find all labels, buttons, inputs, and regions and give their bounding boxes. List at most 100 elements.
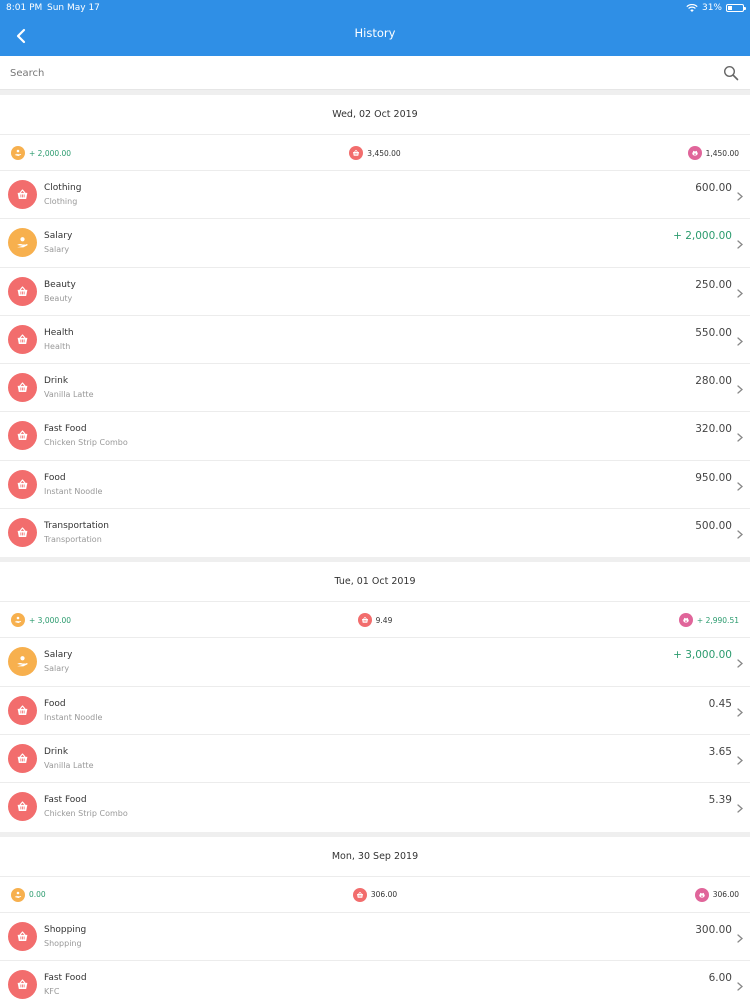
battery-level (728, 6, 733, 10)
transaction-row[interactable]: Drink Vanilla Latte 280.00 (0, 364, 750, 413)
chevron-right-icon (737, 530, 743, 539)
transaction-amount: 6.00 (708, 971, 732, 984)
chevron-right-icon (737, 433, 743, 443)
transaction-amount: 0.45 (708, 697, 732, 710)
transaction-category: Drink (44, 376, 69, 387)
transaction-row[interactable]: Beauty Beauty 250.00 (0, 268, 750, 316)
status-bar: 8:01 PM Sun May 17 31% (0, 0, 750, 16)
transaction-note: Shopping (44, 938, 82, 948)
transaction-amount: 5.39 (708, 794, 732, 807)
day-expense-total: 306.00 (0, 887, 750, 902)
status-right: 31% (686, 3, 746, 13)
transaction-note: Vanilla Latte (44, 390, 94, 400)
transaction-row[interactable]: Fast Food Chicken Strip Combo 320.00 (0, 412, 750, 461)
transaction-category: Fast Food (44, 972, 87, 983)
transaction-category: Fast Food (44, 424, 87, 435)
transaction-row[interactable]: Health Health 550.00 (0, 316, 750, 365)
transaction-note: Salary (44, 245, 70, 255)
expense-icon (349, 146, 364, 160)
transaction-note: Health (44, 341, 71, 351)
expense-value: 306.00 (370, 890, 398, 900)
balance-value: 1,450.00 (705, 148, 739, 158)
transaction-amount: 950.00 (695, 471, 732, 484)
basket-icon (8, 969, 37, 999)
transaction-note: Transportation (44, 535, 102, 545)
status-date: Sun May 17 (47, 3, 100, 13)
basket-icon (8, 469, 37, 499)
transaction-category: Transportation (44, 521, 109, 532)
transaction-note: Vanilla Latte (44, 760, 94, 770)
transaction-amount: 600.00 (695, 182, 732, 194)
transaction-note: Clothing (44, 197, 78, 206)
basket-icon (8, 180, 37, 209)
basket-icon (8, 792, 37, 822)
chevron-right-icon (737, 708, 743, 717)
transaction-note: Instant Noodle (44, 486, 103, 496)
chevron-right-icon (737, 240, 743, 249)
transaction-amount: 500.00 (695, 520, 732, 533)
transaction-row[interactable]: Transportation Transportation 500.00 (0, 509, 750, 557)
transaction-row[interactable]: Salary Salary + 3,000.00 (0, 638, 750, 687)
basket-icon (8, 324, 37, 354)
transaction-category: Salary (44, 650, 73, 661)
chevron-right-icon (737, 288, 743, 298)
transaction-row[interactable]: Food Instant Noodle 950.00 (0, 461, 750, 510)
income-icon (8, 647, 37, 677)
chevron-right-icon (737, 385, 743, 394)
transaction-row[interactable]: Clothing Clothing 600.00 (0, 171, 750, 220)
navigation-bar: 8:01 PM Sun May 17 31% History (0, 0, 750, 56)
day-balance-total: + 2,990.51 (678, 613, 739, 628)
transaction-category: Food (44, 698, 66, 709)
transaction-row[interactable]: Shopping Shopping 300.00 (0, 913, 750, 961)
piggy-bank-icon (694, 887, 709, 902)
battery-percent: 31% (701, 3, 722, 13)
transaction-amount: + 2,000.00 (673, 230, 732, 243)
transaction-amount: 250.00 (695, 278, 732, 291)
chevron-right-icon (737, 337, 743, 346)
transaction-note: Beauty (44, 293, 73, 303)
transaction-row[interactable]: Food Instant Noodle 0.45 (0, 687, 750, 735)
transaction-amount: 280.00 (695, 375, 732, 388)
transaction-category: Beauty (44, 279, 76, 290)
expense-value: 9.49 (375, 615, 393, 625)
transaction-category: Shopping (44, 924, 87, 935)
chevron-right-icon (737, 933, 743, 943)
basket-icon (8, 921, 37, 951)
transaction-category: Clothing (44, 183, 82, 193)
transaction-row[interactable]: Salary Salary + 2,000.00 (0, 219, 750, 268)
chevron-right-icon (737, 659, 743, 669)
transaction-row[interactable]: Fast Food KFC 6.00 (0, 961, 750, 1000)
transaction-row[interactable]: Drink Vanilla Latte 3.65 (0, 735, 750, 784)
transaction-row[interactable]: Fast Food Chicken Strip Combo 5.39 (0, 783, 750, 831)
chevron-right-icon (737, 192, 743, 201)
wifi-icon (686, 4, 698, 12)
chevron-right-icon (737, 756, 743, 765)
search-icon[interactable] (723, 65, 739, 81)
chevron-right-icon (737, 982, 743, 991)
day-date-header: Wed, 02 Oct 2019 (0, 95, 750, 135)
search-input[interactable] (10, 64, 690, 82)
transaction-amount: + 3,000.00 (673, 649, 732, 662)
basket-icon (8, 695, 37, 725)
transaction-category: Drink (44, 746, 69, 757)
transaction-amount: 550.00 (695, 326, 732, 339)
day-section: Wed, 02 Oct 2019 + 2,000.00 3,450.00 1,4… (0, 95, 750, 558)
transaction-note: KFC (44, 986, 60, 996)
day-date-header: Mon, 30 Sep 2019 (0, 837, 750, 877)
day-section: Mon, 30 Sep 2019 0.00 306.00 306.00 Shop… (0, 836, 750, 1000)
basket-icon (8, 276, 37, 306)
balance-value: 306.00 (712, 890, 739, 900)
transaction-amount: 320.00 (695, 423, 732, 436)
basket-icon (8, 373, 37, 403)
chevron-right-icon (737, 482, 743, 491)
day-balance-total: 1,450.00 (687, 146, 739, 160)
income-icon (8, 228, 37, 258)
basket-icon (8, 743, 37, 773)
transaction-amount: 3.65 (708, 745, 732, 758)
transaction-note: Chicken Strip Combo (44, 438, 128, 448)
search-bar (0, 56, 750, 90)
transaction-category: Health (44, 327, 74, 338)
chevron-right-icon (737, 804, 743, 813)
transaction-category: Salary (44, 231, 73, 242)
day-expense-total: 9.49 (0, 613, 750, 628)
